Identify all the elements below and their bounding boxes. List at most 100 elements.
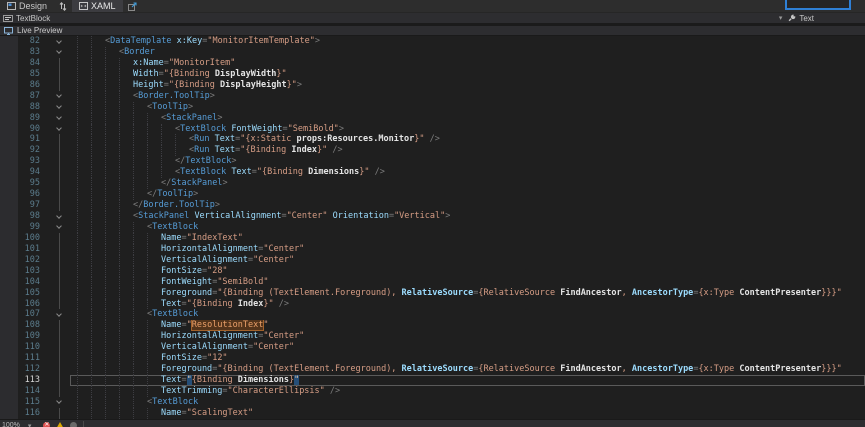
code-line[interactable]: 92<Run Text="{Binding Index}" /> xyxy=(0,145,865,156)
line-number[interactable]: 114 xyxy=(18,386,44,397)
breakpoint-margin[interactable] xyxy=(0,255,18,266)
breakpoint-margin[interactable] xyxy=(0,408,18,419)
edit-text-quick-action[interactable]: Text xyxy=(788,14,814,23)
code-text[interactable]: Foreground="{Binding (TextElement.Foregr… xyxy=(70,364,865,375)
line-number[interactable]: 90 xyxy=(18,124,44,135)
code-text[interactable]: <StackPanel VerticalAlignment="Center" O… xyxy=(70,211,865,222)
code-line[interactable]: 111FontSize="12" xyxy=(0,353,865,364)
code-text[interactable]: VerticalAlignment="Center" xyxy=(70,342,865,353)
breakpoint-margin[interactable] xyxy=(0,156,18,167)
breakpoint-margin[interactable] xyxy=(0,331,18,342)
line-number[interactable]: 88 xyxy=(18,102,44,113)
code-text[interactable]: <StackPanel> xyxy=(70,113,865,124)
code-text[interactable]: x:Name="MonitorItem" xyxy=(70,58,865,69)
line-number[interactable]: 100 xyxy=(18,233,44,244)
breakpoint-margin[interactable] xyxy=(0,80,18,91)
fold-chevron-icon[interactable] xyxy=(56,38,62,44)
focused-toolbar-box[interactable] xyxy=(785,0,851,10)
code-line[interactable]: 114 TextTrimming="CharacterEllipsis" /> xyxy=(0,386,865,397)
line-number[interactable]: 84 xyxy=(18,58,44,69)
code-line[interactable]: 96 </ToolTip> xyxy=(0,189,865,200)
code-line[interactable]: 93</TextBlock> xyxy=(0,156,865,167)
code-line[interactable]: 109HorizontalAlignment="Center" xyxy=(0,331,865,342)
breakpoint-margin[interactable] xyxy=(0,200,18,211)
code-line[interactable]: 84 x:Name="MonitorItem" xyxy=(0,58,865,69)
line-number[interactable]: 102 xyxy=(18,255,44,266)
code-text[interactable]: </Border.ToolTip> xyxy=(70,200,865,211)
code-text[interactable]: Height="{Binding DisplayHeight}"> xyxy=(70,80,865,91)
breakpoint-margin[interactable] xyxy=(0,58,18,69)
line-number[interactable]: 85 xyxy=(18,69,44,80)
code-line[interactable]: 98 <StackPanel VerticalAlignment="Center"… xyxy=(0,211,865,222)
code-text[interactable]: HorizontalAlignment="Center" xyxy=(70,244,865,255)
code-line[interactable]: 86Height="{Binding DisplayHeight}"> xyxy=(0,80,865,91)
line-number[interactable]: 83 xyxy=(18,47,44,58)
fold-chevron-icon[interactable] xyxy=(56,311,62,317)
code-line[interactable]: 105Foreground="{Binding (TextElement.For… xyxy=(0,288,865,299)
popout-button[interactable] xyxy=(123,0,142,12)
breakpoint-margin[interactable] xyxy=(0,244,18,255)
breakpoint-margin[interactable] xyxy=(0,309,18,320)
code-text[interactable]: VerticalAlignment="Center" xyxy=(70,255,865,266)
fold-margin[interactable] xyxy=(44,397,70,408)
code-line[interactable]: 107<TextBlock xyxy=(0,309,865,320)
breakpoint-margin[interactable] xyxy=(0,145,18,156)
breakpoint-margin[interactable] xyxy=(0,364,18,375)
line-number[interactable]: 89 xyxy=(18,113,44,124)
line-number[interactable]: 94 xyxy=(18,167,44,178)
line-number[interactable]: 82 xyxy=(18,36,44,47)
breakpoint-margin[interactable] xyxy=(0,102,18,113)
line-number[interactable]: 103 xyxy=(18,266,44,277)
code-line[interactable]: 113Text="{Binding Dimensions}" xyxy=(0,375,865,386)
code-text[interactable]: </StackPanel> xyxy=(70,178,865,189)
tab-design[interactable]: Design xyxy=(0,0,54,12)
code-line[interactable]: 99<TextBlock xyxy=(0,222,865,233)
line-number[interactable]: 109 xyxy=(18,331,44,342)
fold-margin[interactable] xyxy=(44,36,70,47)
code-line[interactable]: 101HorizontalAlignment="Center" xyxy=(0,244,865,255)
error-indicator[interactable]: ✕ xyxy=(43,421,50,427)
code-text[interactable]: Width="{Binding DisplayWidth}" xyxy=(70,69,865,80)
breadcrumb-dropdown-icon[interactable]: ▾ xyxy=(773,14,789,22)
breakpoint-margin[interactable] xyxy=(0,233,18,244)
breadcrumb[interactable]: TextBlock xyxy=(3,14,50,23)
line-number[interactable]: 96 xyxy=(18,189,44,200)
code-text[interactable]: FontWeight="SemiBold" xyxy=(70,277,865,288)
fold-margin[interactable] xyxy=(44,102,70,113)
code-line[interactable]: 83 <Border xyxy=(0,47,865,58)
breakpoint-margin[interactable] xyxy=(0,69,18,80)
breakpoint-margin[interactable] xyxy=(0,375,18,386)
line-number[interactable]: 98 xyxy=(18,211,44,222)
breakpoint-margin[interactable] xyxy=(0,342,18,353)
code-text[interactable]: </ToolTip> xyxy=(70,189,865,200)
code-line[interactable]: 106Text="{Binding Index}" /> xyxy=(0,299,865,310)
code-text[interactable]: Text="{Binding Dimensions}" xyxy=(70,375,865,386)
code-line[interactable]: 87<Border.ToolTip> xyxy=(0,91,865,102)
code-text[interactable]: Text="{Binding Index}" /> xyxy=(70,299,865,310)
line-number[interactable]: 111 xyxy=(18,353,44,364)
code-text[interactable]: <Run Text="{x:Static props:Resources.Mon… xyxy=(70,134,865,145)
line-number[interactable]: 87 xyxy=(18,91,44,102)
code-text[interactable]: TextTrimming="CharacterEllipsis" /> xyxy=(70,386,865,397)
line-number[interactable]: 95 xyxy=(18,178,44,189)
fold-margin[interactable] xyxy=(44,222,70,233)
fold-chevron-icon[interactable] xyxy=(56,49,62,55)
line-number[interactable]: 104 xyxy=(18,277,44,288)
breakpoint-margin[interactable] xyxy=(0,134,18,145)
warning-indicator[interactable] xyxy=(56,421,64,427)
breakpoint-margin[interactable] xyxy=(0,47,18,58)
code-text[interactable]: Name="ResolutionText" xyxy=(70,320,865,331)
code-text[interactable]: <TextBlock FontWeight="SemiBold"> xyxy=(70,124,865,135)
code-line[interactable]: 102 VerticalAlignment="Center" xyxy=(0,255,865,266)
breakpoint-margin[interactable] xyxy=(0,91,18,102)
code-line[interactable]: 104 FontWeight="SemiBold" xyxy=(0,277,865,288)
code-editor[interactable]: 82<DataTemplate x:Key="MonitorItemTempla… xyxy=(0,36,865,419)
code-text[interactable]: <Border xyxy=(70,47,865,58)
code-text[interactable]: Foreground="{Binding (TextElement.Foregr… xyxy=(70,288,865,299)
code-line[interactable]: 103FontSize="28" xyxy=(0,266,865,277)
code-text[interactable]: <Run Text="{Binding Index}" /> xyxy=(70,145,865,156)
code-line[interactable]: 94<TextBlock Text="{Binding Dimensions}"… xyxy=(0,167,865,178)
code-text[interactable]: Name="IndexText" xyxy=(70,233,865,244)
swap-panes-button[interactable] xyxy=(54,0,72,12)
line-number[interactable]: 107 xyxy=(18,309,44,320)
